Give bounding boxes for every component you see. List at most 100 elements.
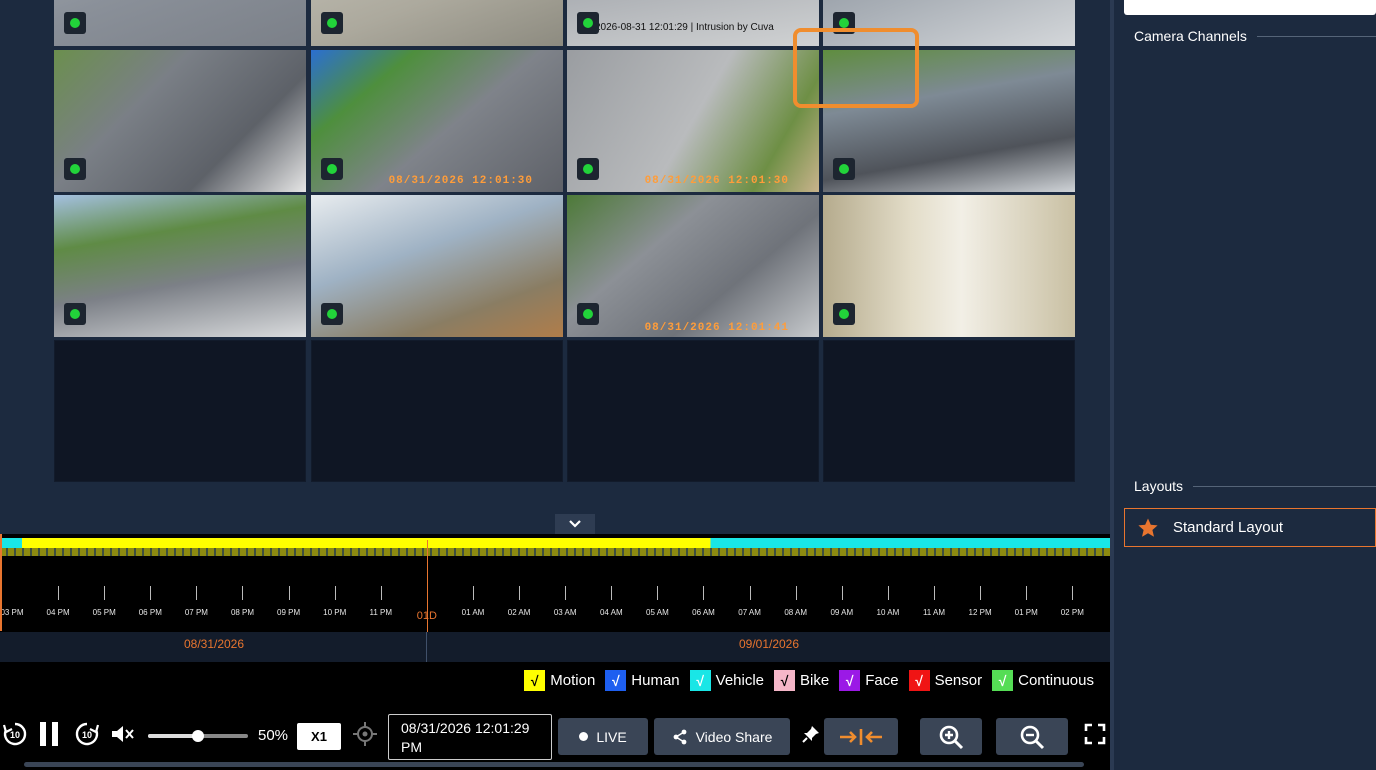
legend-checkbox[interactable]: √ [992,670,1014,691]
legend-checkbox[interactable]: √ [689,670,711,691]
playback-timeline[interactable]: 03 PM 04 PM 05 PM 06 PM 07 PM 08 PM 09 PM 10 PM… [0,534,1120,662]
legend-item-sensor[interactable]: √ Sensor [908,670,982,691]
empty-camera-slot[interactable] [823,340,1075,482]
camera-tile[interactable]: 08/31/2026 12:01:30 [567,50,819,192]
mute-button[interactable] [108,719,138,749]
timeline-continuous-track[interactable] [0,548,1110,556]
status-indicator-icon [64,303,86,325]
legend-checkbox[interactable]: √ [839,670,861,691]
timeline-tick-label: 06 AM [692,608,715,617]
legend-label: Human [631,672,680,689]
timeline-tick-label: 12 PM [968,608,992,617]
timeline-cursor[interactable] [427,540,428,632]
camera-timestamp: 08/31/2026 12:01:30 [644,175,789,187]
layout-item-standard[interactable]: Standard Layout [1124,508,1376,547]
event-overlay-text: 2026-08-31 12:01:29 | Intrusion by Cuva [595,22,774,33]
rewind-10-button[interactable]: 10 [0,719,30,749]
timeline-tick-label: 05 AM [646,608,669,617]
status-indicator-icon [833,158,855,180]
volume-slider-knob[interactable] [192,730,204,742]
legend-item-motion[interactable]: √ Motion [524,670,595,691]
fullscreen-button[interactable] [1080,719,1110,749]
playback-controls: √ Motion √ Human √ Vehicle √ Bike √ Face √ Sensor √ C… [0,662,1112,770]
video-share-label: Video Share [695,728,773,745]
camera-tile[interactable]: 08/31/2026 12:01:30 [311,50,563,192]
forward-seconds: 10 [82,730,92,740]
timeline-start-marker [0,534,2,631]
volume-slider[interactable] [148,730,248,742]
status-indicator-icon [833,303,855,325]
speaker-muted-icon [112,726,134,742]
legend-checkbox[interactable]: √ [605,670,627,691]
timeline-tick [472,586,474,600]
camera-tile[interactable] [823,195,1075,337]
timeline-event-track[interactable] [0,538,1110,548]
crosshair-icon [353,722,377,746]
pin-button[interactable] [796,719,826,749]
legend-item-bike[interactable]: √ Bike [774,670,829,691]
timeline-tick-label: 11 AM [922,608,946,617]
legend-checkbox[interactable]: √ [774,670,796,691]
target-button[interactable] [350,719,380,749]
camera-tile[interactable]: 2026-08-31 12:01:29 | Intrusion by Cuva [567,0,819,46]
forward-10-button[interactable]: 10 [72,719,102,749]
camera-tile[interactable] [54,0,306,46]
video-share-button[interactable]: Video Share [654,718,790,755]
camera-timestamp: 08/31/2026 12:01:41 [644,322,789,334]
search-input[interactable] [1124,0,1376,15]
fit-timeline-button[interactable] [824,718,898,755]
timeline-tick-label: 11 PM [369,608,393,617]
empty-camera-slot[interactable] [54,340,306,482]
camera-tile[interactable]: 08/31/2026 12:01:41 [567,195,819,337]
legend-item-continuous[interactable]: √ Continuous [992,670,1094,691]
collapse-timeline-button[interactable] [555,514,595,534]
zoom-in-icon [939,725,964,749]
zoom-in-button[interactable] [920,718,982,755]
playback-speed-button[interactable]: X1 [297,723,341,750]
timeline-date-label: 09/01/2026 [738,637,800,651]
empty-camera-slot[interactable] [567,340,819,482]
timeline-tick [611,586,613,600]
pause-icon [40,722,58,746]
zoom-out-button[interactable] [996,718,1068,755]
empty-camera-slot[interactable] [311,340,563,482]
legend-label: Face [865,672,899,689]
legend-label: Motion [550,672,596,689]
camera-tile[interactable] [54,195,306,337]
timeline-tick-label: 09 PM [277,608,301,617]
live-button[interactable]: LIVE [558,718,648,755]
fullscreen-icon [1084,723,1106,745]
zoom-out-icon [1020,725,1045,749]
horizontal-scrollbar[interactable] [24,762,1084,767]
timeline-tick [288,586,290,600]
timeline-tick [795,586,797,600]
status-indicator-icon [64,12,86,34]
legend-item-vehicle[interactable]: √ Vehicle [689,670,764,691]
pin-icon [802,726,819,743]
legend-checkbox[interactable]: √ [908,670,930,691]
status-indicator-icon [321,303,343,325]
legend-item-human[interactable]: √ Human [605,670,680,691]
timeline-date-row [0,632,1110,662]
timeline-tick-label: 10 AM [876,608,900,617]
camera-timestamp: 08/31/2026 12:01:30 [388,175,533,187]
timeline-tick [242,586,244,600]
timeline-tick-label: 09 AM [830,608,854,617]
playback-datetime-field[interactable]: 08/31/2026 12:01:29 PM [388,714,552,760]
legend-item-face[interactable]: √ Face [839,670,899,691]
status-indicator-icon [321,158,343,180]
timeline-tick [933,586,935,600]
timeline-tick-label: 10 PM [323,608,347,617]
highlight-box [793,28,919,108]
legend-label: Continuous [1018,672,1094,689]
camera-tile[interactable] [311,0,563,46]
timeline-tick-label: 04 AM [599,608,623,617]
rewind-seconds: 10 [10,730,20,740]
camera-tile[interactable] [54,50,306,192]
camera-tile[interactable] [311,195,563,337]
timeline-tick [196,586,198,600]
legend-checkbox[interactable]: √ [524,670,546,691]
layouts-title: Layouts [1124,478,1194,494]
timeline-tick-label: 06 PM [138,608,162,617]
pause-button[interactable] [34,719,64,749]
